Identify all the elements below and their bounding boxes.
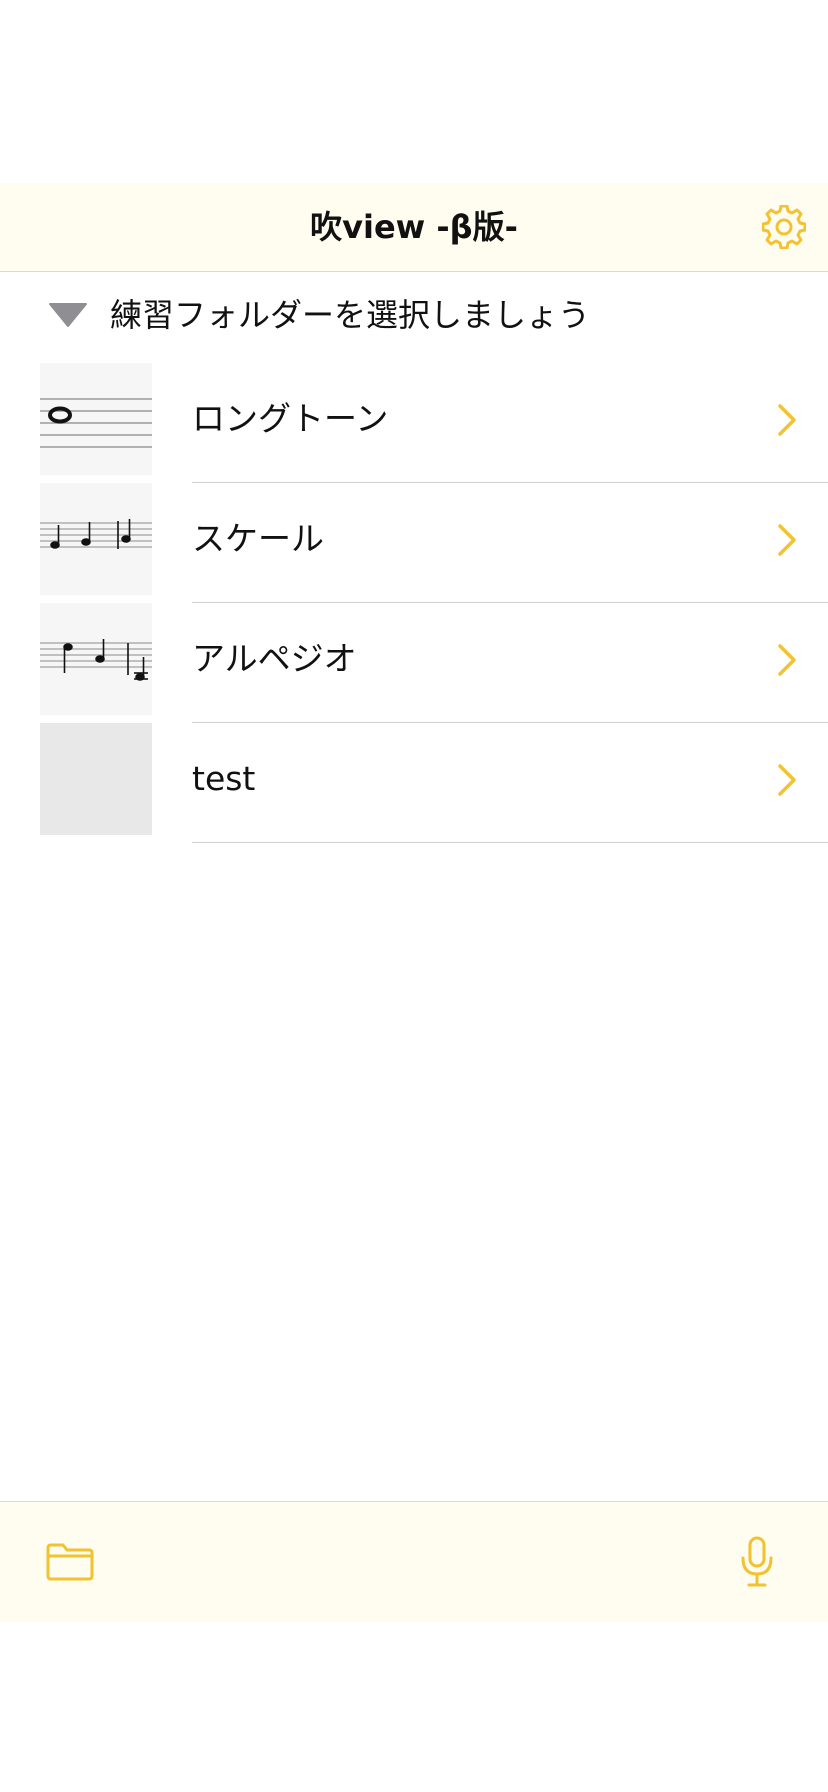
list-item-label: アルペジオ	[192, 639, 357, 678]
list-item-longtone[interactable]: ロングトーン	[0, 363, 828, 483]
folder-button[interactable]	[45, 1542, 95, 1582]
list-item-label: ロングトーン	[192, 399, 389, 438]
folder-list: ロングトーン スケール アルペジオ test	[0, 363, 828, 843]
triangle-down-icon	[49, 303, 87, 327]
thumbnail-placeholder	[40, 723, 152, 835]
microphone-button[interactable]	[740, 1536, 774, 1588]
folder-section-header[interactable]: 練習フォルダーを選択しましょう	[0, 272, 828, 358]
row-separator	[192, 842, 828, 843]
thumbnail-scale	[40, 483, 152, 595]
folder-icon	[46, 1543, 94, 1581]
list-item-label: test	[192, 759, 256, 798]
thumbnail-longtone	[40, 363, 152, 475]
sheet-music-thumbnail	[40, 519, 152, 549]
chevron-right-icon	[778, 404, 796, 436]
chevron-right-icon	[778, 644, 796, 676]
gear-icon	[761, 204, 807, 250]
chevron-right-icon	[778, 524, 796, 556]
navigation-bar: 吹view -β版-	[0, 183, 828, 272]
list-item-label: スケール	[192, 519, 324, 558]
page-title: 吹view -β版-	[310, 208, 518, 246]
microphone-icon	[741, 1536, 773, 1587]
settings-button[interactable]	[761, 204, 807, 250]
section-title: 練習フォルダーを選択しましょう	[110, 296, 591, 334]
bottom-toolbar	[0, 1501, 828, 1622]
list-item-scale[interactable]: スケール	[0, 483, 828, 603]
list-item-arpeggio[interactable]: アルペジオ	[0, 603, 828, 723]
sheet-music-thumbnail	[40, 398, 152, 448]
sheet-music-thumbnail	[40, 639, 152, 681]
chevron-right-icon	[778, 764, 796, 796]
list-item-test[interactable]: test	[0, 723, 828, 843]
thumbnail-arpeggio	[40, 603, 152, 715]
